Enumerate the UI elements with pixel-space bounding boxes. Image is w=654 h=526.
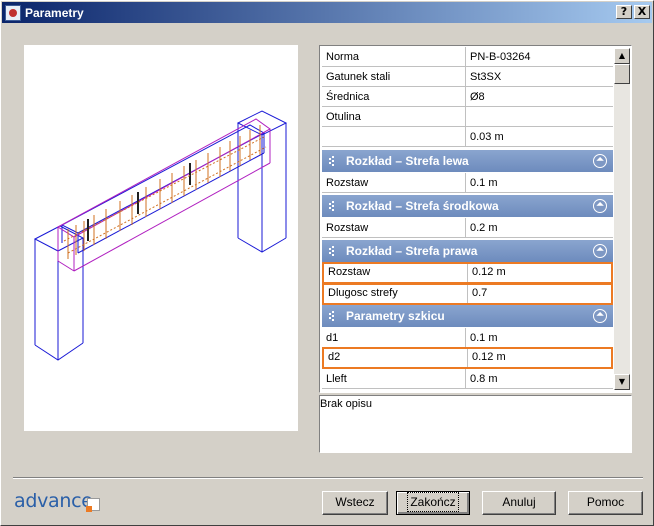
- property-row-diameter[interactable]: Średnica Ø8: [322, 87, 613, 107]
- grip-icon: [328, 311, 338, 322]
- window-title: Parametry: [25, 5, 84, 20]
- property-row-right-spacing[interactable]: Rozstaw 0.12 m: [322, 262, 613, 284]
- help-title-button[interactable]: ?: [616, 5, 632, 19]
- scroll-down-icon[interactable]: ▼: [614, 374, 630, 390]
- parameters-dialog: Parametry ? X Norma PN-B-03264 Gatunek s…: [0, 0, 654, 526]
- property-row-middle-spacing[interactable]: Rozstaw 0.2 m: [322, 218, 613, 238]
- collapse-icon[interactable]: ⏶: [593, 199, 607, 213]
- beam-drawing: [33, 110, 288, 361]
- section-sketch-parameters[interactable]: Parametry szkicu ⏶: [322, 305, 613, 327]
- description-panel: Brak opisu: [319, 395, 632, 453]
- rebars: [67, 125, 261, 259]
- section-middle-zone[interactable]: Rozkład – Strefa środkowa ⏶: [322, 195, 613, 217]
- property-row-norma[interactable]: Norma PN-B-03264: [322, 47, 613, 67]
- beam-preview: [24, 45, 298, 431]
- property-row-lleft[interactable]: Lleft 0.8 m: [322, 369, 613, 389]
- grip-icon: [328, 201, 338, 212]
- grip-icon: [328, 246, 338, 257]
- property-row-cover[interactable]: Otulina: [322, 107, 613, 127]
- property-row-d1[interactable]: d1 0.1 m: [322, 328, 613, 348]
- collapse-icon[interactable]: ⏶: [593, 244, 607, 258]
- collapse-icon[interactable]: ⏶: [593, 309, 607, 323]
- advance-logo: advance: [14, 490, 93, 512]
- collapse-icon[interactable]: ⏶: [593, 154, 607, 168]
- help-button[interactable]: Pomoc: [568, 491, 643, 515]
- scroll-up-icon[interactable]: ▲: [614, 48, 630, 64]
- finish-button[interactable]: Zakończ: [396, 491, 470, 515]
- grip-icon: [328, 156, 338, 167]
- description-text: Brak opisu: [320, 398, 372, 410]
- title-bar: Parametry ? X: [2, 2, 652, 23]
- property-row-left-spacing[interactable]: Rozstaw 0.1 m: [322, 173, 613, 193]
- separator: [13, 477, 643, 479]
- section-left-zone[interactable]: Rozkład – Strefa lewa ⏶: [322, 150, 613, 172]
- close-title-button[interactable]: X: [634, 5, 650, 19]
- property-row-cover-value[interactable]: 0.03 m: [322, 127, 613, 147]
- back-button[interactable]: Wstecz: [322, 491, 388, 515]
- property-grid: Norma PN-B-03264 Gatunek stali St3SX Śre…: [319, 45, 632, 393]
- property-row-d2[interactable]: d2 0.12 m: [322, 347, 613, 369]
- section-right-zone[interactable]: Rozkład – Strefa prawa ⏶: [322, 240, 613, 262]
- cancel-button[interactable]: Anuluj: [482, 491, 556, 515]
- property-row-zone-length[interactable]: Dlugosc strefy 0.7: [322, 283, 613, 305]
- scroll-thumb[interactable]: [614, 64, 630, 84]
- vertical-scrollbar[interactable]: ▲ ▼: [614, 48, 630, 390]
- beam: [60, 124, 266, 254]
- logo-mark-icon: [86, 498, 100, 512]
- app-icon: [5, 4, 21, 21]
- property-row-steel-grade[interactable]: Gatunek stali St3SX: [322, 67, 613, 87]
